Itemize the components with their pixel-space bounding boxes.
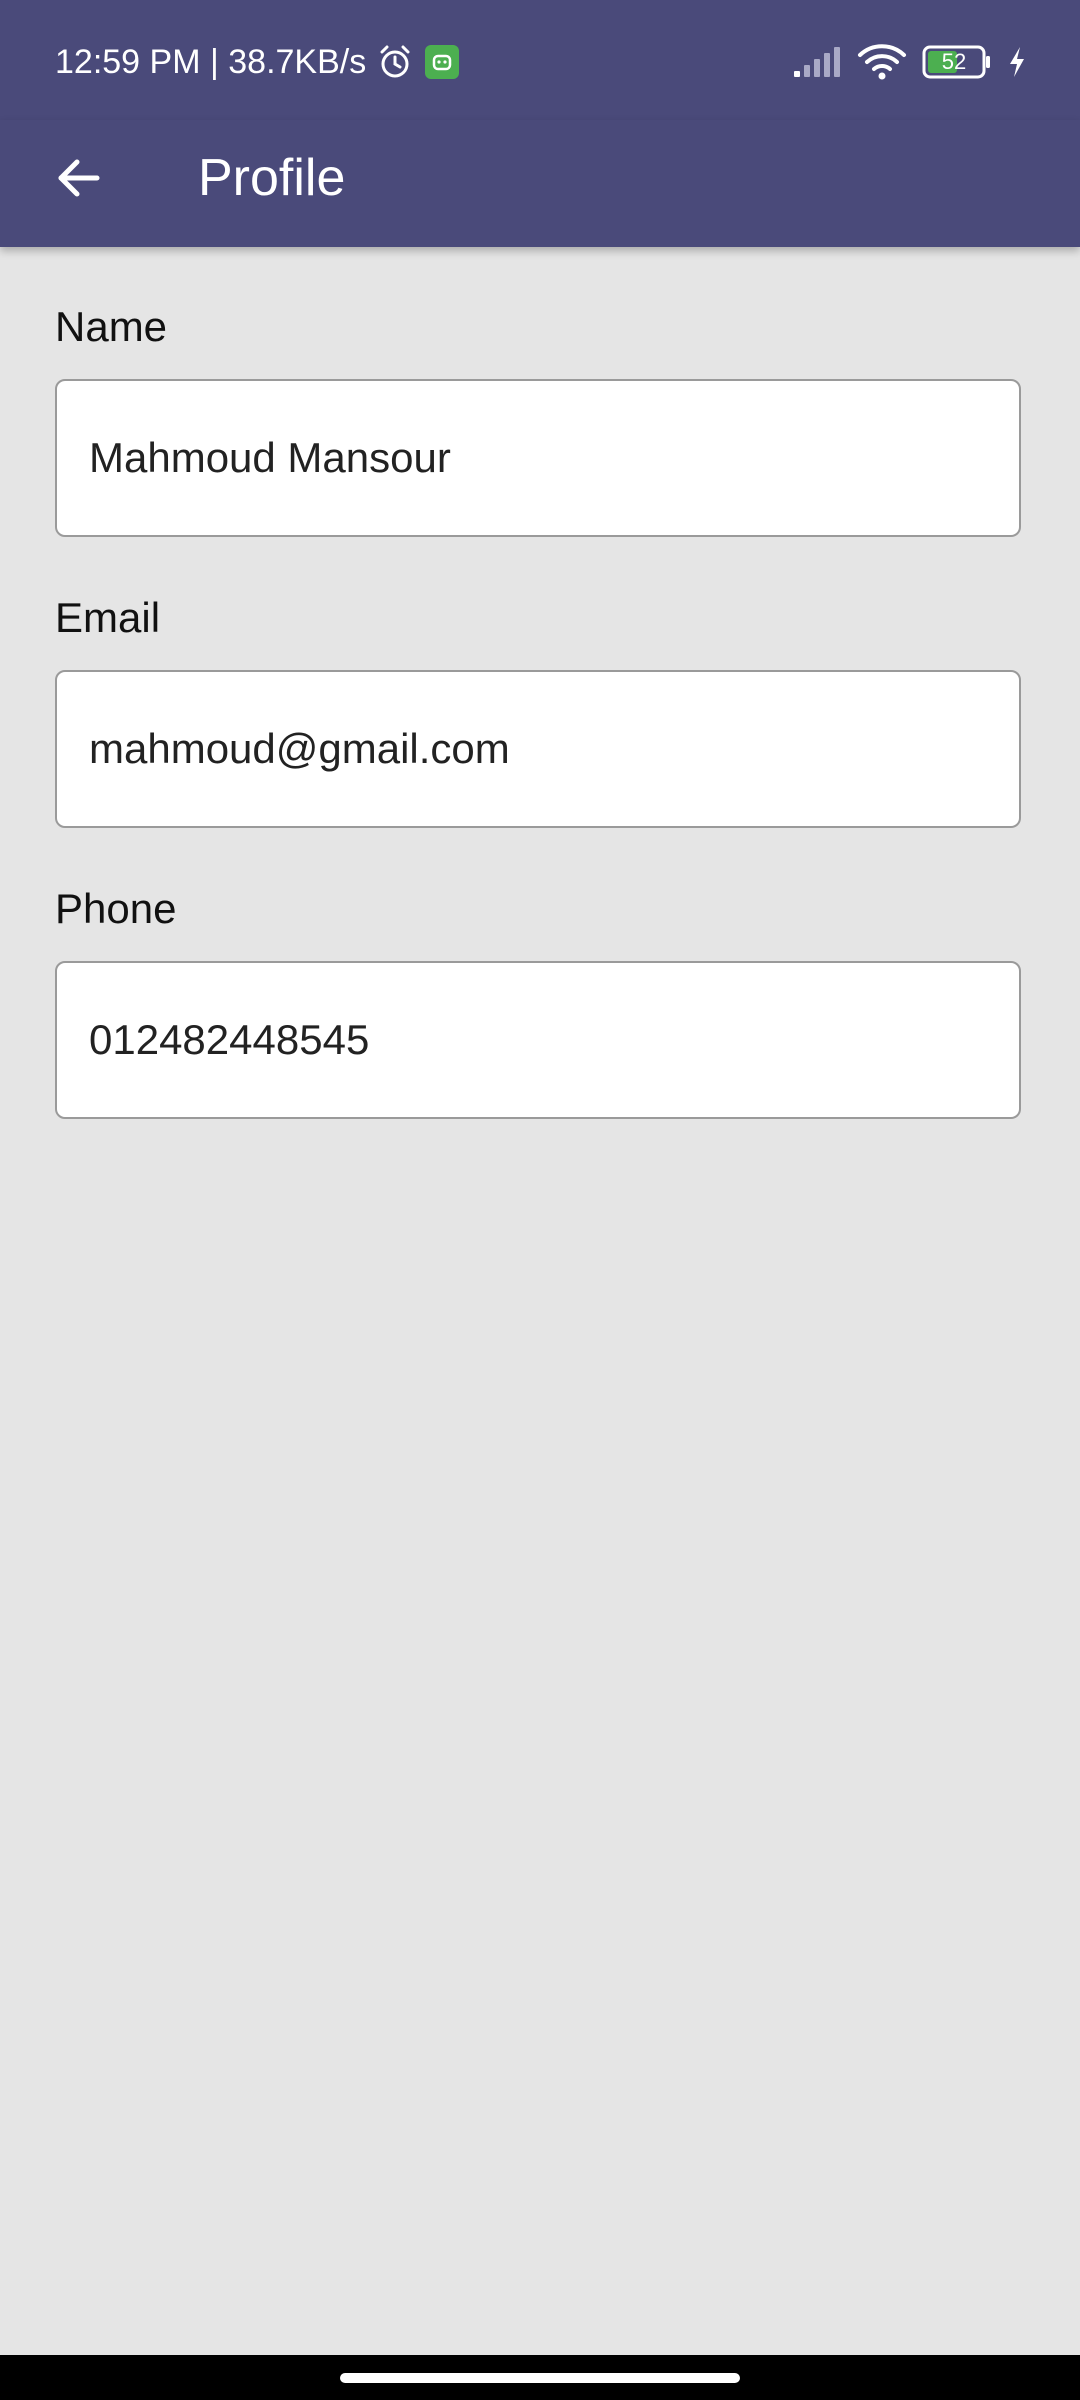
status-time-speed: 12:59 PM | 38.7KB/s xyxy=(55,42,367,81)
signal-icon xyxy=(792,45,842,79)
charging-icon xyxy=(1006,45,1028,79)
page-title: Profile xyxy=(198,149,346,207)
phone-label: Phone xyxy=(55,885,177,932)
name-field-group: Name Mahmoud Mansour xyxy=(55,297,1025,537)
status-right: 52 xyxy=(792,38,1028,86)
status-left: 12:59 PM | 38.7KB/s xyxy=(55,38,460,86)
status-bar: 12:59 PM | 38.7KB/s 52 xyxy=(0,0,1080,120)
arrow-left-icon xyxy=(53,153,103,203)
back-button[interactable] xyxy=(40,140,116,216)
battery-level-text: 52 xyxy=(941,49,967,74)
email-label: Email xyxy=(55,594,161,641)
home-indicator[interactable] xyxy=(340,2373,740,2383)
phone-field[interactable]: 012482448545 xyxy=(55,961,1021,1119)
phone-field-group: Phone 012482448545 xyxy=(55,879,1025,1119)
email-field[interactable]: mahmoud@gmail.com xyxy=(55,670,1021,828)
system-nav-bar xyxy=(0,2355,1080,2400)
name-field[interactable]: Mahmoud Mansour xyxy=(55,379,1021,537)
battery-icon: 52 xyxy=(922,45,992,79)
app-notification-icon xyxy=(424,44,460,80)
wifi-icon xyxy=(856,43,908,81)
email-field-group: Email mahmoud@gmail.com xyxy=(55,588,1025,828)
alarm-icon xyxy=(376,43,414,81)
app-bar: Profile xyxy=(0,120,1080,247)
name-label: Name xyxy=(55,303,168,350)
